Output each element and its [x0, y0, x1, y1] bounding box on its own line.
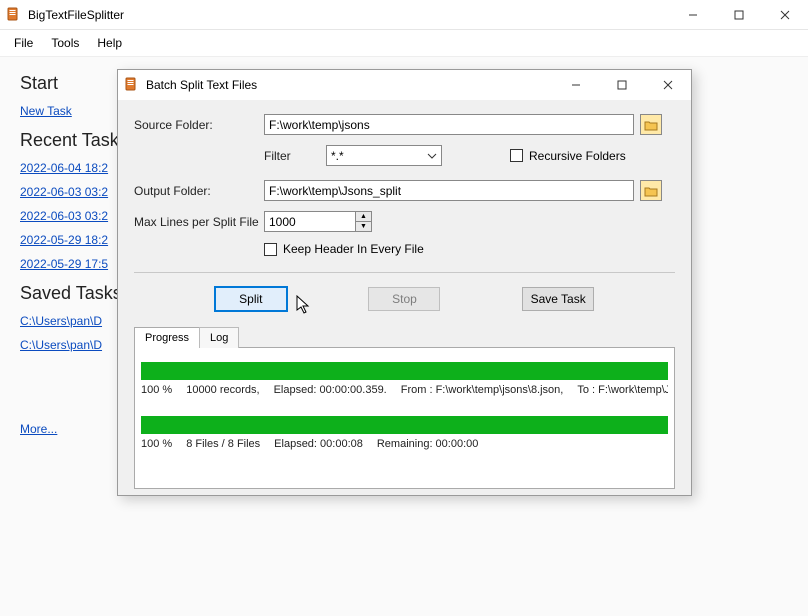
file-progress-elapsed: Elapsed: 00:00:00.359. [274, 384, 387, 396]
stop-button[interactable]: Stop [368, 287, 440, 311]
filter-label: Filter [264, 149, 314, 163]
close-button[interactable] [762, 0, 808, 30]
maxlines-row: Max Lines per Split File ▲ ▼ [134, 211, 675, 232]
total-progress-remaining: Remaining: 00:00:00 [377, 438, 479, 450]
file-progress-block: 100 % 10000 records, Elapsed: 00:00:00.3… [141, 362, 668, 396]
filter-row: Filter *.* Recursive Folders [264, 145, 675, 166]
browse-source-button[interactable] [640, 114, 662, 135]
output-folder-input[interactable] [264, 180, 634, 201]
tab-progress[interactable]: Progress [134, 327, 200, 348]
menu-help[interactable]: Help [89, 32, 130, 54]
file-progress-percent: 100 % [141, 384, 172, 396]
recursive-checkbox-row[interactable]: Recursive Folders [510, 149, 626, 163]
dialog-window-controls [553, 70, 691, 100]
spinner-up-button[interactable]: ▲ [356, 212, 371, 221]
keep-header-row[interactable]: Keep Header In Every File [264, 242, 675, 256]
dialog-body: Source Folder: Filter *.* Recursive Fold… [118, 100, 691, 495]
saved-item[interactable]: C:\Users\pan\D [20, 338, 102, 352]
total-progress-bar [141, 416, 668, 434]
maximize-button[interactable] [716, 0, 762, 30]
recursive-label: Recursive Folders [529, 149, 626, 163]
menu-tools[interactable]: Tools [43, 32, 87, 54]
keep-header-label: Keep Header In Every File [283, 242, 424, 256]
new-task-link[interactable]: New Task [20, 104, 72, 118]
menu-file[interactable]: File [6, 32, 41, 54]
file-progress-records: 10000 records, [186, 384, 259, 396]
total-progress-elapsed: Elapsed: 00:00:08 [274, 438, 363, 450]
file-progress-from: From : F:\work\temp\jsons\8.json, [401, 384, 564, 396]
file-progress-bar [141, 362, 668, 380]
total-progress-text: 100 % 8 Files / 8 Files Elapsed: 00:00:0… [141, 438, 668, 450]
recent-item[interactable]: 2022-06-03 03:2 [20, 209, 108, 223]
app-icon [6, 7, 22, 23]
output-folder-row: Output Folder: [134, 180, 675, 201]
button-row: Split Stop Save Task [134, 287, 675, 311]
more-link[interactable]: More... [20, 422, 57, 436]
save-task-button[interactable]: Save Task [522, 287, 594, 311]
tab-log[interactable]: Log [199, 327, 239, 348]
recent-item[interactable]: 2022-06-04 18:2 [20, 161, 108, 175]
maxlines-spinner[interactable]: ▲ ▼ [264, 211, 372, 232]
file-progress-text: 100 % 10000 records, Elapsed: 00:00:00.3… [141, 384, 668, 396]
source-folder-input[interactable] [264, 114, 634, 135]
filter-value: *.* [331, 149, 344, 163]
split-button[interactable]: Split [215, 287, 287, 311]
source-folder-label: Source Folder: [134, 118, 264, 132]
app-title: BigTextFileSplitter [28, 8, 124, 22]
maxlines-input[interactable] [265, 212, 355, 231]
menubar: File Tools Help [0, 30, 808, 57]
folder-icon [644, 185, 658, 197]
window-controls [670, 0, 808, 30]
dialog-maximize-button[interactable] [599, 70, 645, 100]
batch-split-dialog: Batch Split Text Files Source Folder: Fi… [117, 69, 692, 496]
dialog-title: Batch Split Text Files [146, 78, 257, 92]
file-progress-to: To : F:\work\temp\Jsons_spl [577, 384, 668, 396]
minimize-button[interactable] [670, 0, 716, 30]
browse-output-button[interactable] [640, 180, 662, 201]
recent-item[interactable]: 2022-06-03 03:2 [20, 185, 108, 199]
maxlines-label: Max Lines per Split File [134, 215, 264, 229]
total-progress-percent: 100 % [141, 438, 172, 450]
saved-item[interactable]: C:\Users\pan\D [20, 314, 102, 328]
spinner-down-button[interactable]: ▼ [356, 221, 371, 231]
dialog-minimize-button[interactable] [553, 70, 599, 100]
total-progress-block: 100 % 8 Files / 8 Files Elapsed: 00:00:0… [141, 416, 668, 450]
tabs: Progress Log [134, 327, 675, 348]
cursor-icon [296, 295, 312, 315]
keep-header-checkbox[interactable] [264, 243, 277, 256]
divider [134, 272, 675, 273]
chevron-down-icon [427, 153, 437, 159]
recursive-checkbox[interactable] [510, 149, 523, 162]
spinner-buttons: ▲ ▼ [355, 212, 371, 231]
recent-item[interactable]: 2022-05-29 17:5 [20, 257, 108, 271]
filter-combobox[interactable]: *.* [326, 145, 442, 166]
total-progress-files: 8 Files / 8 Files [186, 438, 260, 450]
recent-item[interactable]: 2022-05-29 18:2 [20, 233, 108, 247]
folder-icon [644, 119, 658, 131]
dialog-close-button[interactable] [645, 70, 691, 100]
dialog-titlebar[interactable]: Batch Split Text Files [118, 70, 691, 100]
dialog-icon [124, 77, 140, 93]
output-folder-label: Output Folder: [134, 184, 264, 198]
main-titlebar: BigTextFileSplitter [0, 0, 808, 30]
progress-panel: 100 % 10000 records, Elapsed: 00:00:00.3… [134, 347, 675, 489]
source-folder-row: Source Folder: [134, 114, 675, 135]
